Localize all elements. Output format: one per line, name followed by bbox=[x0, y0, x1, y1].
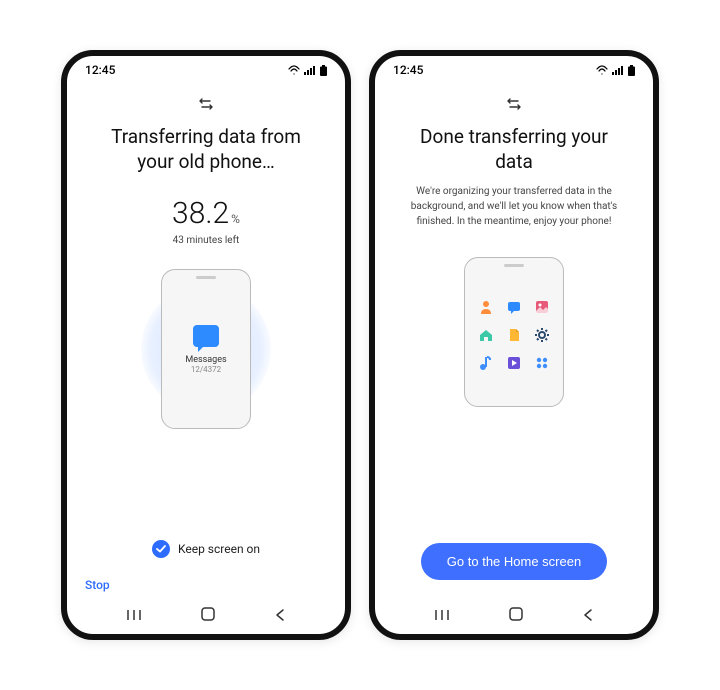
message-icon bbox=[193, 325, 219, 347]
page-title: Done transferring your data bbox=[395, 125, 633, 174]
settings-icon bbox=[533, 326, 551, 344]
nav-back-icon[interactable] bbox=[274, 607, 286, 626]
nav-home-icon[interactable] bbox=[200, 606, 216, 626]
video-icon bbox=[505, 354, 523, 372]
nav-recents-icon[interactable] bbox=[434, 607, 450, 626]
percent-symbol: % bbox=[231, 212, 240, 226]
file-icon bbox=[505, 326, 523, 344]
status-icons bbox=[596, 65, 635, 76]
phone-illustration: Messages 12/4372 bbox=[161, 269, 251, 429]
status-bar: 12:45 bbox=[67, 56, 345, 84]
status-time: 12:45 bbox=[85, 63, 115, 77]
transfer-item-count: 12/4372 bbox=[191, 365, 221, 374]
message-icon bbox=[505, 298, 523, 316]
status-time: 12:45 bbox=[393, 63, 423, 77]
apps-icon bbox=[533, 354, 551, 372]
music-icon bbox=[477, 354, 495, 372]
content-area: Transferring data from your old phone… 3… bbox=[67, 84, 345, 570]
time-remaining: 43 minutes left bbox=[173, 235, 240, 246]
wifi-icon bbox=[596, 65, 608, 75]
phone-left: 12:45 Transferring data from your old ph… bbox=[61, 50, 351, 640]
nav-bar bbox=[375, 598, 653, 634]
keep-screen-on-toggle[interactable]: Keep screen on bbox=[152, 540, 260, 558]
page-subtitle: We're organizing your transferred data i… bbox=[395, 184, 633, 229]
wifi-icon bbox=[288, 65, 300, 75]
page-title: Transferring data from your old phone… bbox=[87, 125, 325, 174]
battery-icon bbox=[628, 65, 635, 76]
percent-value: 38.2 bbox=[172, 196, 229, 231]
contact-icon bbox=[477, 298, 495, 316]
nav-bar bbox=[67, 598, 345, 634]
status-bar: 12:45 bbox=[375, 56, 653, 84]
keep-screen-label: Keep screen on bbox=[178, 542, 260, 556]
transfer-item-label: Messages bbox=[185, 355, 226, 365]
go-home-button[interactable]: Go to the Home screen bbox=[421, 543, 607, 580]
bottom-row: Stop bbox=[67, 570, 345, 598]
transfer-icon bbox=[198, 96, 214, 115]
nav-home-icon[interactable] bbox=[508, 606, 524, 626]
status-icons bbox=[288, 65, 327, 76]
home-icon bbox=[477, 326, 495, 344]
phone-illustration bbox=[464, 257, 564, 407]
signal-icon bbox=[612, 65, 624, 75]
phone-illustration-wrap: Messages 12/4372 bbox=[131, 264, 281, 434]
progress-percent: 38.2% bbox=[172, 196, 240, 231]
content-area: Done transferring your data We're organi… bbox=[375, 84, 653, 598]
phone-right: 12:45 Done transferring your data We're … bbox=[369, 50, 659, 640]
battery-icon bbox=[320, 65, 327, 76]
signal-icon bbox=[304, 65, 316, 75]
nav-recents-icon[interactable] bbox=[126, 607, 142, 626]
check-icon bbox=[152, 540, 170, 558]
icon-grid bbox=[477, 298, 551, 372]
gallery-icon bbox=[533, 298, 551, 316]
stop-button[interactable]: Stop bbox=[85, 578, 110, 592]
nav-back-icon[interactable] bbox=[582, 607, 594, 626]
transfer-icon bbox=[506, 96, 522, 115]
